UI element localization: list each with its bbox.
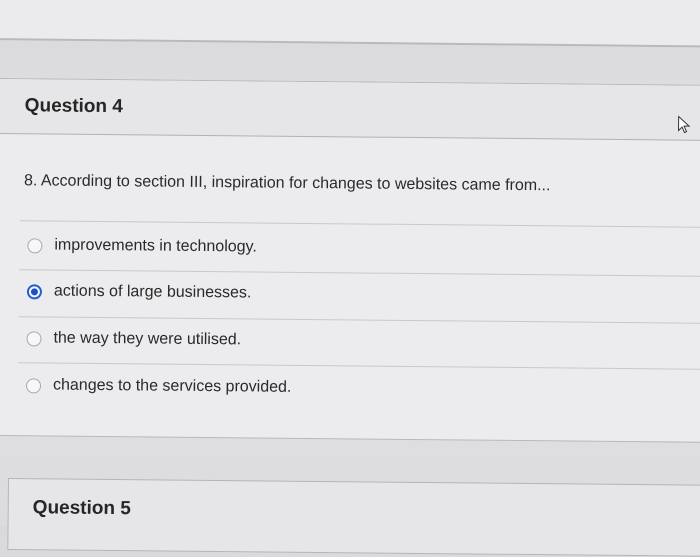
answer-option-1[interactable]: improvements in technology. (27, 233, 257, 259)
radio-button-unselected[interactable] (26, 330, 42, 346)
answer-label: the way they were utilised. (53, 329, 242, 349)
radio-button-unselected[interactable] (25, 377, 42, 393)
radio-button-selected[interactable] (26, 283, 43, 299)
question-5-card: Question 5 (7, 478, 700, 557)
radio-button-unselected[interactable] (27, 237, 43, 253)
previous-question-card (0, 0, 700, 48)
question-5-title: Question 5 (32, 497, 131, 520)
answer-label: changes to the services provided. (52, 376, 292, 396)
question-text: 8. According to section III, inspiration… (23, 172, 551, 195)
question-4-title: Question 4 (24, 95, 124, 118)
answer-option-2[interactable]: actions of large businesses. (26, 279, 252, 305)
question-4-card: Question 4 8. According to section III, … (0, 78, 700, 443)
answer-option-4[interactable]: changes to the services provided. (25, 373, 292, 400)
divider (18, 362, 700, 370)
divider (18, 316, 700, 324)
answer-label: improvements in technology. (54, 236, 257, 256)
divider (19, 269, 700, 277)
mouse-pointer-icon (678, 115, 691, 134)
answer-option-3[interactable]: the way they were utilised. (26, 326, 241, 352)
divider (19, 220, 700, 228)
question-4-header: Question 4 (0, 79, 700, 141)
answer-label: actions of large businesses. (53, 282, 252, 302)
